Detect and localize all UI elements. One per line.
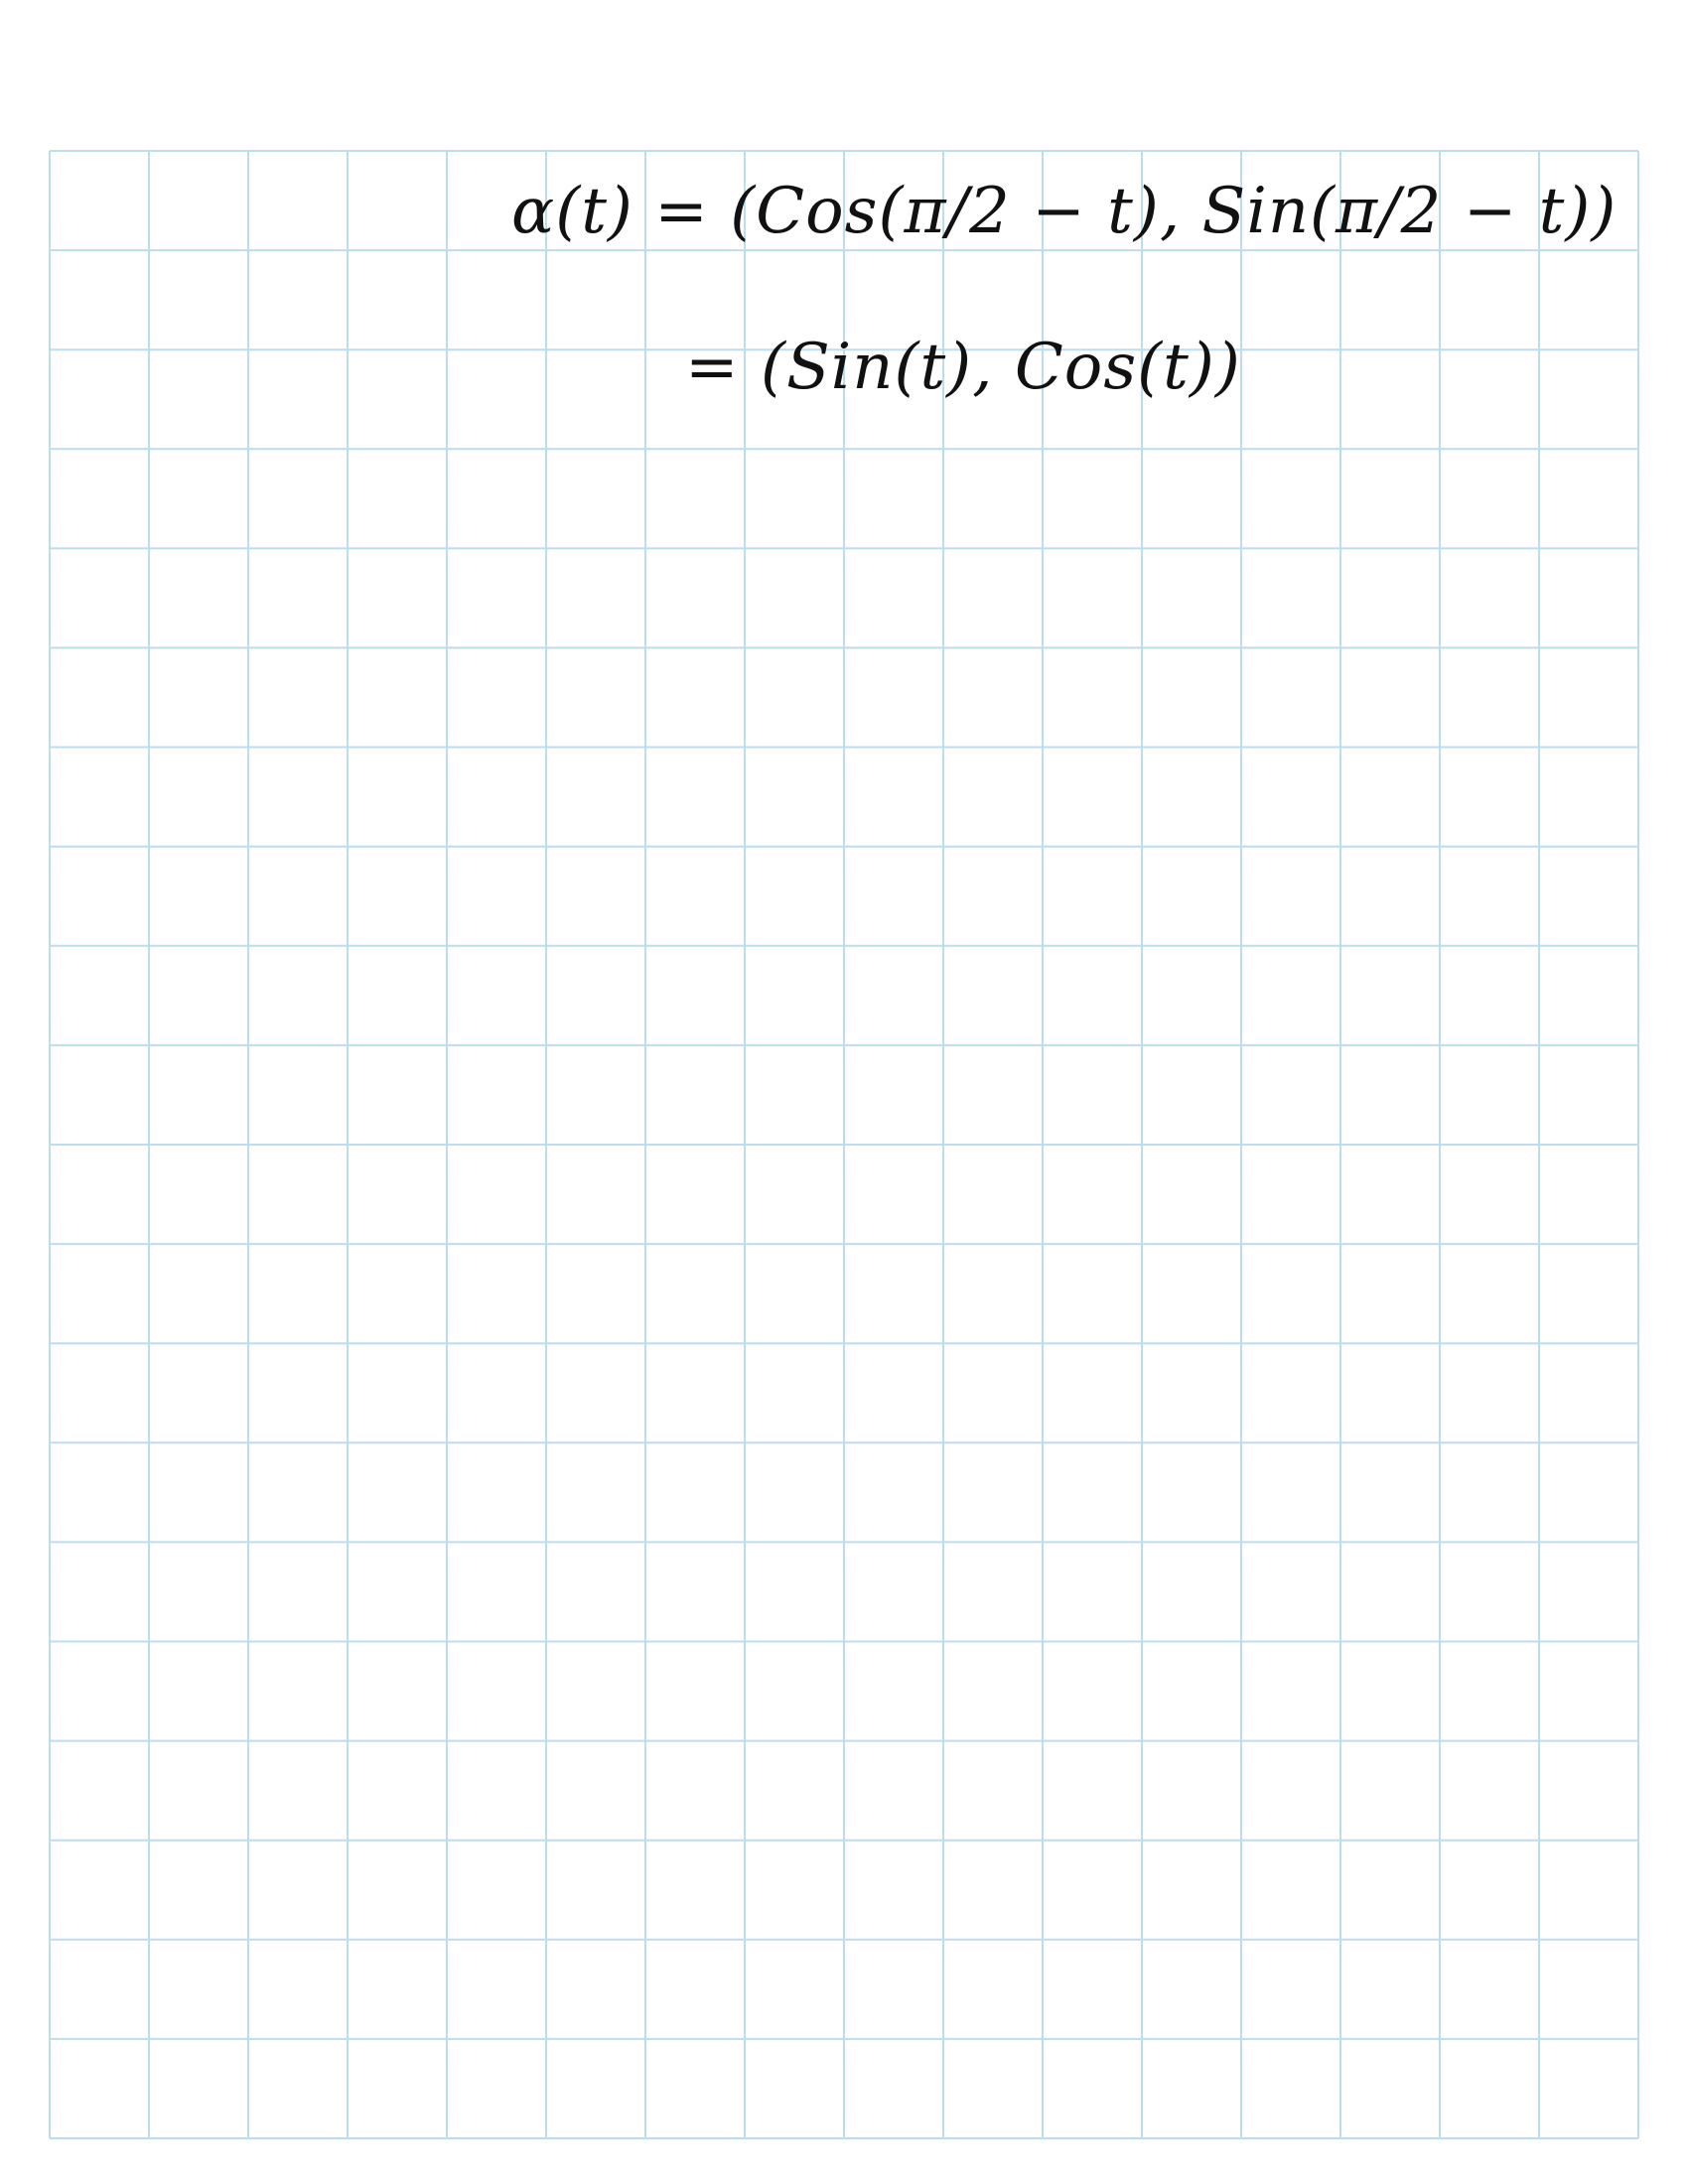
- notebook-page: α(t) = (Cos(π/2 − t), Sin(π/2 − t)) = (S…: [0, 0, 1688, 2184]
- equation-line-1: α(t) = (Cos(π/2 − t), Sin(π/2 − t)): [511, 175, 1618, 248]
- equation-line-2: = (Sin(t), Cos(t)): [685, 331, 1241, 404]
